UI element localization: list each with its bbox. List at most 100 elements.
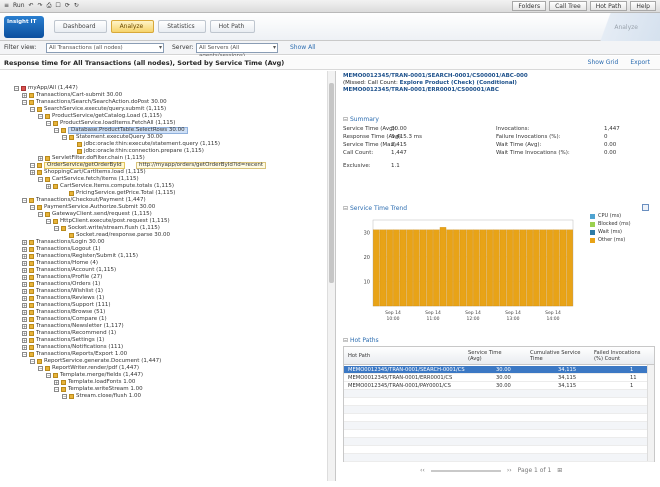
table-row[interactable]: MEMO0012345/TRAN-0001/ERR0001/CS 30.00 34,… (344, 374, 654, 382)
collapse-icon[interactable]: − (14, 86, 19, 91)
folders-button[interactable]: Folders (512, 1, 547, 11)
tree-row[interactable]: + Transactions/Account (1,115) (0, 267, 326, 274)
show-all-link[interactable]: Show All (290, 44, 316, 51)
help-button[interactable]: Help (630, 1, 656, 11)
tree-row[interactable]: − SearchService.execute/query.submit (1,1… (0, 106, 326, 113)
collapse-icon[interactable]: − (38, 114, 43, 119)
tree-row[interactable]: − Socket.write/stream.flush (1,115) (0, 225, 326, 232)
pager-end-icon[interactable]: ⊞ (557, 467, 562, 474)
tree-row[interactable]: − ReportWriter.render/pdf (1,447) (0, 365, 326, 372)
tree-node-label[interactable]: Template.loadFonts 1.00 (68, 379, 135, 386)
tree-node-label[interactable]: GatewayClient.send/request (1,115) (52, 211, 152, 218)
expand-icon[interactable]: + (22, 317, 27, 322)
expand-icon[interactable]: + (22, 289, 27, 294)
tree-node-label[interactable]: ServletFilter.doFilter.chain (1,115) (52, 155, 145, 162)
tree-row[interactable]: jdbc:oracle:thin:connection.prepare (1,1… (0, 148, 326, 155)
tree-row[interactable]: + Transactions/Newsletter (1,117) (0, 323, 326, 330)
legend-item[interactable]: CPU (ms) (590, 212, 652, 220)
tree-node-label[interactable]: myApp/All (1,447) (28, 85, 78, 92)
tree-row[interactable]: + Transactions/Wishlist (1) (0, 288, 326, 295)
collapse-icon[interactable]: − (54, 226, 59, 231)
collapse-icon[interactable]: − (62, 135, 67, 140)
tree-row[interactable]: − PaymentService.Authorize.Submit 30.00 (0, 204, 326, 211)
tree-row[interactable]: + Transactions/Recommend (1) (0, 330, 326, 337)
tree-node-label[interactable]: PaymentService.Authorize.Submit 30.00 (44, 204, 155, 211)
tree-row[interactable]: + Transactions/Reviews (1) (0, 295, 326, 302)
tree-node-label[interactable]: Transactions/Search/SearchAction.doPost … (36, 99, 167, 106)
tree-node-label[interactable]: jdbc:oracle:thin:execute/statement.query… (84, 141, 220, 148)
crumb-hot-path[interactable]: Hot Path (209, 20, 256, 33)
tree-row[interactable]: + Transactions/Browse (51) (0, 309, 326, 316)
pager-prev-button[interactable]: ‹‹ (420, 467, 425, 474)
tree-row[interactable]: − Transactions/Search/SearchAction.doPost… (0, 99, 326, 106)
tree-node-label[interactable]: Transactions/Notifications (111) (36, 344, 123, 351)
tree-node-label[interactable]: Transactions/Register/Submit (1,115) (36, 253, 138, 260)
col-cumulative[interactable]: Cumulative Service Time (530, 350, 586, 362)
tree-scroll-thumb[interactable] (329, 83, 334, 283)
expand-icon[interactable]: + (22, 310, 27, 315)
tree-node-label[interactable]: CartService.fetch/items (1,115) (52, 176, 139, 183)
export-link[interactable]: Export (630, 59, 650, 66)
tree-row[interactable]: − ReportService.generate.Document (1,447) (0, 358, 326, 365)
tree-node-label[interactable]: Transactions/Reports/Export 1.00 (36, 351, 127, 358)
pager-track[interactable] (430, 469, 501, 472)
expand-icon[interactable]: + (22, 268, 27, 273)
tree-node-label[interactable]: SearchService.execute/query.submit (1,11… (44, 106, 166, 113)
tree-row[interactable]: − Stream.close/flush 1.00 (0, 393, 326, 400)
server-select[interactable]: All Servers (All agents/sessions) (196, 43, 278, 59)
detail-line-2-link[interactable]: Explore Product (Check) (Conditional) (400, 80, 517, 86)
legend-item[interactable]: Blocked (ms) (590, 220, 652, 228)
expand-icon[interactable]: + (22, 345, 27, 350)
collapse-icon[interactable]: − (22, 352, 27, 357)
table-row[interactable]: MEMO0012345/TRAN-0001/PAY0001/CS 30.00 34,… (344, 382, 654, 390)
tree-node-label[interactable]: Transactions/Home (4) (36, 260, 98, 267)
tree-row[interactable]: jdbc:oracle:thin:execute/statement.query… (0, 141, 326, 148)
tree-row[interactable]: + CartService.Items.compute.totals (1,115… (0, 183, 326, 190)
expand-icon[interactable]: + (46, 184, 51, 189)
collapse-icon[interactable]: − (38, 366, 43, 371)
legend-item[interactable]: Other (ms) (590, 236, 652, 244)
tree-row[interactable]: − HttpClient.execute/post.request (1,115) (0, 218, 326, 225)
undo-icon[interactable]: ↶ (29, 2, 34, 10)
reload-icon[interactable]: ↻ (74, 2, 79, 10)
collapse-icon[interactable]: − (22, 100, 27, 105)
tree-row[interactable]: + Transactions/Cart-submit 30.00 (0, 92, 326, 99)
tree-row[interactable]: + Transactions/Profile (27) (0, 274, 326, 281)
tree-node-label[interactable]: Transactions/Compare (1) (36, 316, 107, 323)
tree-row[interactable]: + Transactions/Logout (1) (0, 246, 326, 253)
col-hot-path[interactable]: Hot Path (348, 353, 370, 359)
collapse-icon[interactable]: − (46, 219, 51, 224)
tree-node-label[interactable]: ReportService.generate.Document (1,447) (44, 358, 161, 365)
expand-icon[interactable]: + (22, 338, 27, 343)
collapse-icon[interactable]: − (30, 359, 35, 364)
table-scrollbar[interactable] (647, 365, 654, 461)
run-button[interactable]: Run (13, 2, 25, 10)
tree-row[interactable]: − OrderService/getOrderById http://myapp/o… (0, 162, 326, 169)
tree-row[interactable]: − Transactions/Reports/Export 1.00 (0, 351, 326, 358)
filter-view-select[interactable]: All Transactions (all nodes) (46, 43, 164, 53)
collapse-icon[interactable]: − (46, 373, 51, 378)
tree-row[interactable]: Socket.read/response.parse 30.00 (0, 232, 326, 239)
tree-node-label[interactable]: PricingService.getPrice.Total (1,115) (76, 190, 175, 197)
tree-row[interactable]: + ShoppingCart/CartItems.load (1,115) (0, 169, 326, 176)
tree-row[interactable]: − CartService.fetch/items (1,115) (0, 176, 326, 183)
crumb-dashboard[interactable]: Dashboard (54, 20, 107, 33)
collapse-icon[interactable]: − (38, 177, 43, 182)
summary-title[interactable]: Summary (343, 116, 379, 123)
tree-node-label[interactable]: Transactions/Reviews (1) (36, 295, 104, 302)
chart-section-title[interactable]: Service Time Trend (343, 205, 407, 212)
print-icon[interactable]: ⎙ (47, 2, 52, 10)
tree-node-label[interactable]: jdbc:oracle:thin:connection.prepare (1,1… (84, 148, 204, 155)
tree-node-label[interactable]: Template.merge/fields (1,447) (60, 372, 143, 379)
tree-node-label[interactable]: Transactions/Login 30.00 (36, 239, 105, 246)
redo-icon[interactable]: ↷ (38, 2, 43, 10)
hot-path-button[interactable]: Hot Path (589, 1, 628, 11)
expand-icon[interactable]: + (54, 380, 59, 385)
tree-node-label[interactable]: CartService.Items.compute.totals (1,115) (60, 183, 174, 190)
tree-row[interactable]: + Transactions/Orders (1) (0, 281, 326, 288)
tree-node-label[interactable]: Socket.write/stream.flush (1,115) (68, 225, 160, 232)
tree-row[interactable]: − Database.ProductTable.SelectRows 30.00 (0, 127, 326, 134)
collapse-icon[interactable]: − (38, 212, 43, 217)
tree-node-label[interactable]: ShoppingCart/CartItems.load (1,115) (44, 169, 146, 176)
tree-node-label[interactable]: ProductService.loadItems.FetchAll (1,115… (60, 120, 175, 127)
